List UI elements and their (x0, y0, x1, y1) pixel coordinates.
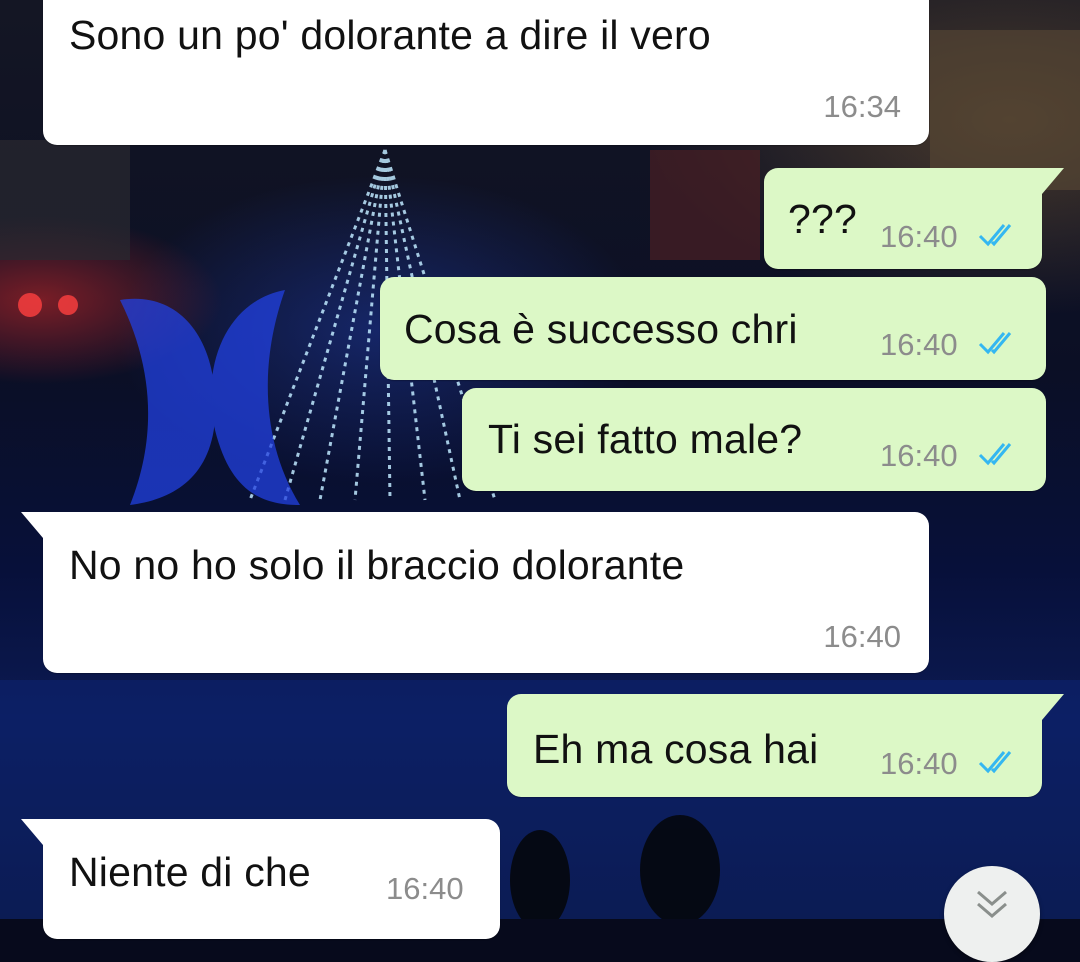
message-text: Ti sei fatto male? (488, 416, 803, 462)
message-text: Eh ma cosa hai (533, 726, 819, 772)
message-timestamp: 16:40 (880, 219, 958, 254)
message-text: Niente di che (69, 849, 311, 895)
double-check-icon (978, 224, 1012, 247)
message-timestamp: 16:40 (823, 619, 901, 654)
double-check-icon (978, 332, 1012, 355)
chevron-double-down-icon (977, 890, 1007, 918)
message-text: Sono un po' dolorante a dire il vero (69, 12, 711, 58)
message-timestamp: 16:40 (880, 327, 958, 362)
message-bubble-incoming[interactable]: No no ho solo il braccio dolorante 16:40 (21, 512, 929, 673)
message-text: No no ho solo il braccio dolorante (69, 542, 685, 588)
double-check-icon (978, 443, 1012, 466)
message-bubble-outgoing[interactable]: Cosa è successo chri 16:40 (380, 277, 1046, 380)
message-text: ??? (788, 196, 858, 242)
message-bubble-incoming[interactable]: Niente di che 16:40 (21, 819, 500, 939)
message-bubble-outgoing[interactable]: ??? 16:40 (764, 168, 1064, 269)
message-timestamp: 16:40 (880, 746, 958, 781)
double-check-icon (978, 751, 1012, 774)
message-timestamp: 16:34 (823, 89, 901, 124)
message-timestamp: 16:40 (386, 871, 464, 906)
message-timestamp: 16:40 (880, 438, 958, 473)
message-bubble-outgoing[interactable]: Eh ma cosa hai 16:40 (507, 694, 1064, 797)
message-text: Cosa è successo chri (404, 306, 798, 352)
message-bubble-incoming[interactable]: Sono un po' dolorante a dire il vero 16:… (43, 0, 929, 145)
message-bubble-outgoing[interactable]: Ti sei fatto male? 16:40 (462, 388, 1046, 491)
scroll-to-bottom-button[interactable] (944, 866, 1040, 962)
